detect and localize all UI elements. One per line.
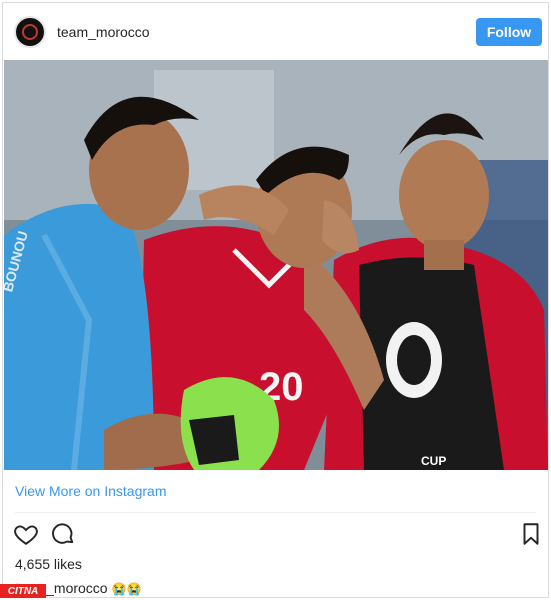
post-username[interactable]: team_morocco [57,24,150,40]
heart-icon[interactable] [13,521,39,547]
follow-button[interactable]: Follow [476,18,542,46]
comment-icon[interactable] [50,521,76,547]
post-photo[interactable]: CUP 20 BOUNOU [4,60,548,470]
citna-watermark-logo: CITNA [0,584,46,598]
post-header: team_morocco Follow [3,3,548,60]
divider [15,512,536,513]
bookmark-icon[interactable] [518,521,544,547]
likes-count[interactable]: 4,655 likes [15,556,82,572]
team-crest-icon [22,24,38,40]
caption-text: 😭😭 [111,582,142,596]
players-photo-illustration: CUP 20 BOUNOU [4,60,548,470]
instagram-post-card: team_morocco Follow CUP 20 BOUNOU View M… [2,2,549,598]
ball-logo-text: CUP [421,454,446,468]
profile-avatar[interactable] [14,16,46,48]
view-more-link[interactable]: View More on Instagram [15,483,166,499]
